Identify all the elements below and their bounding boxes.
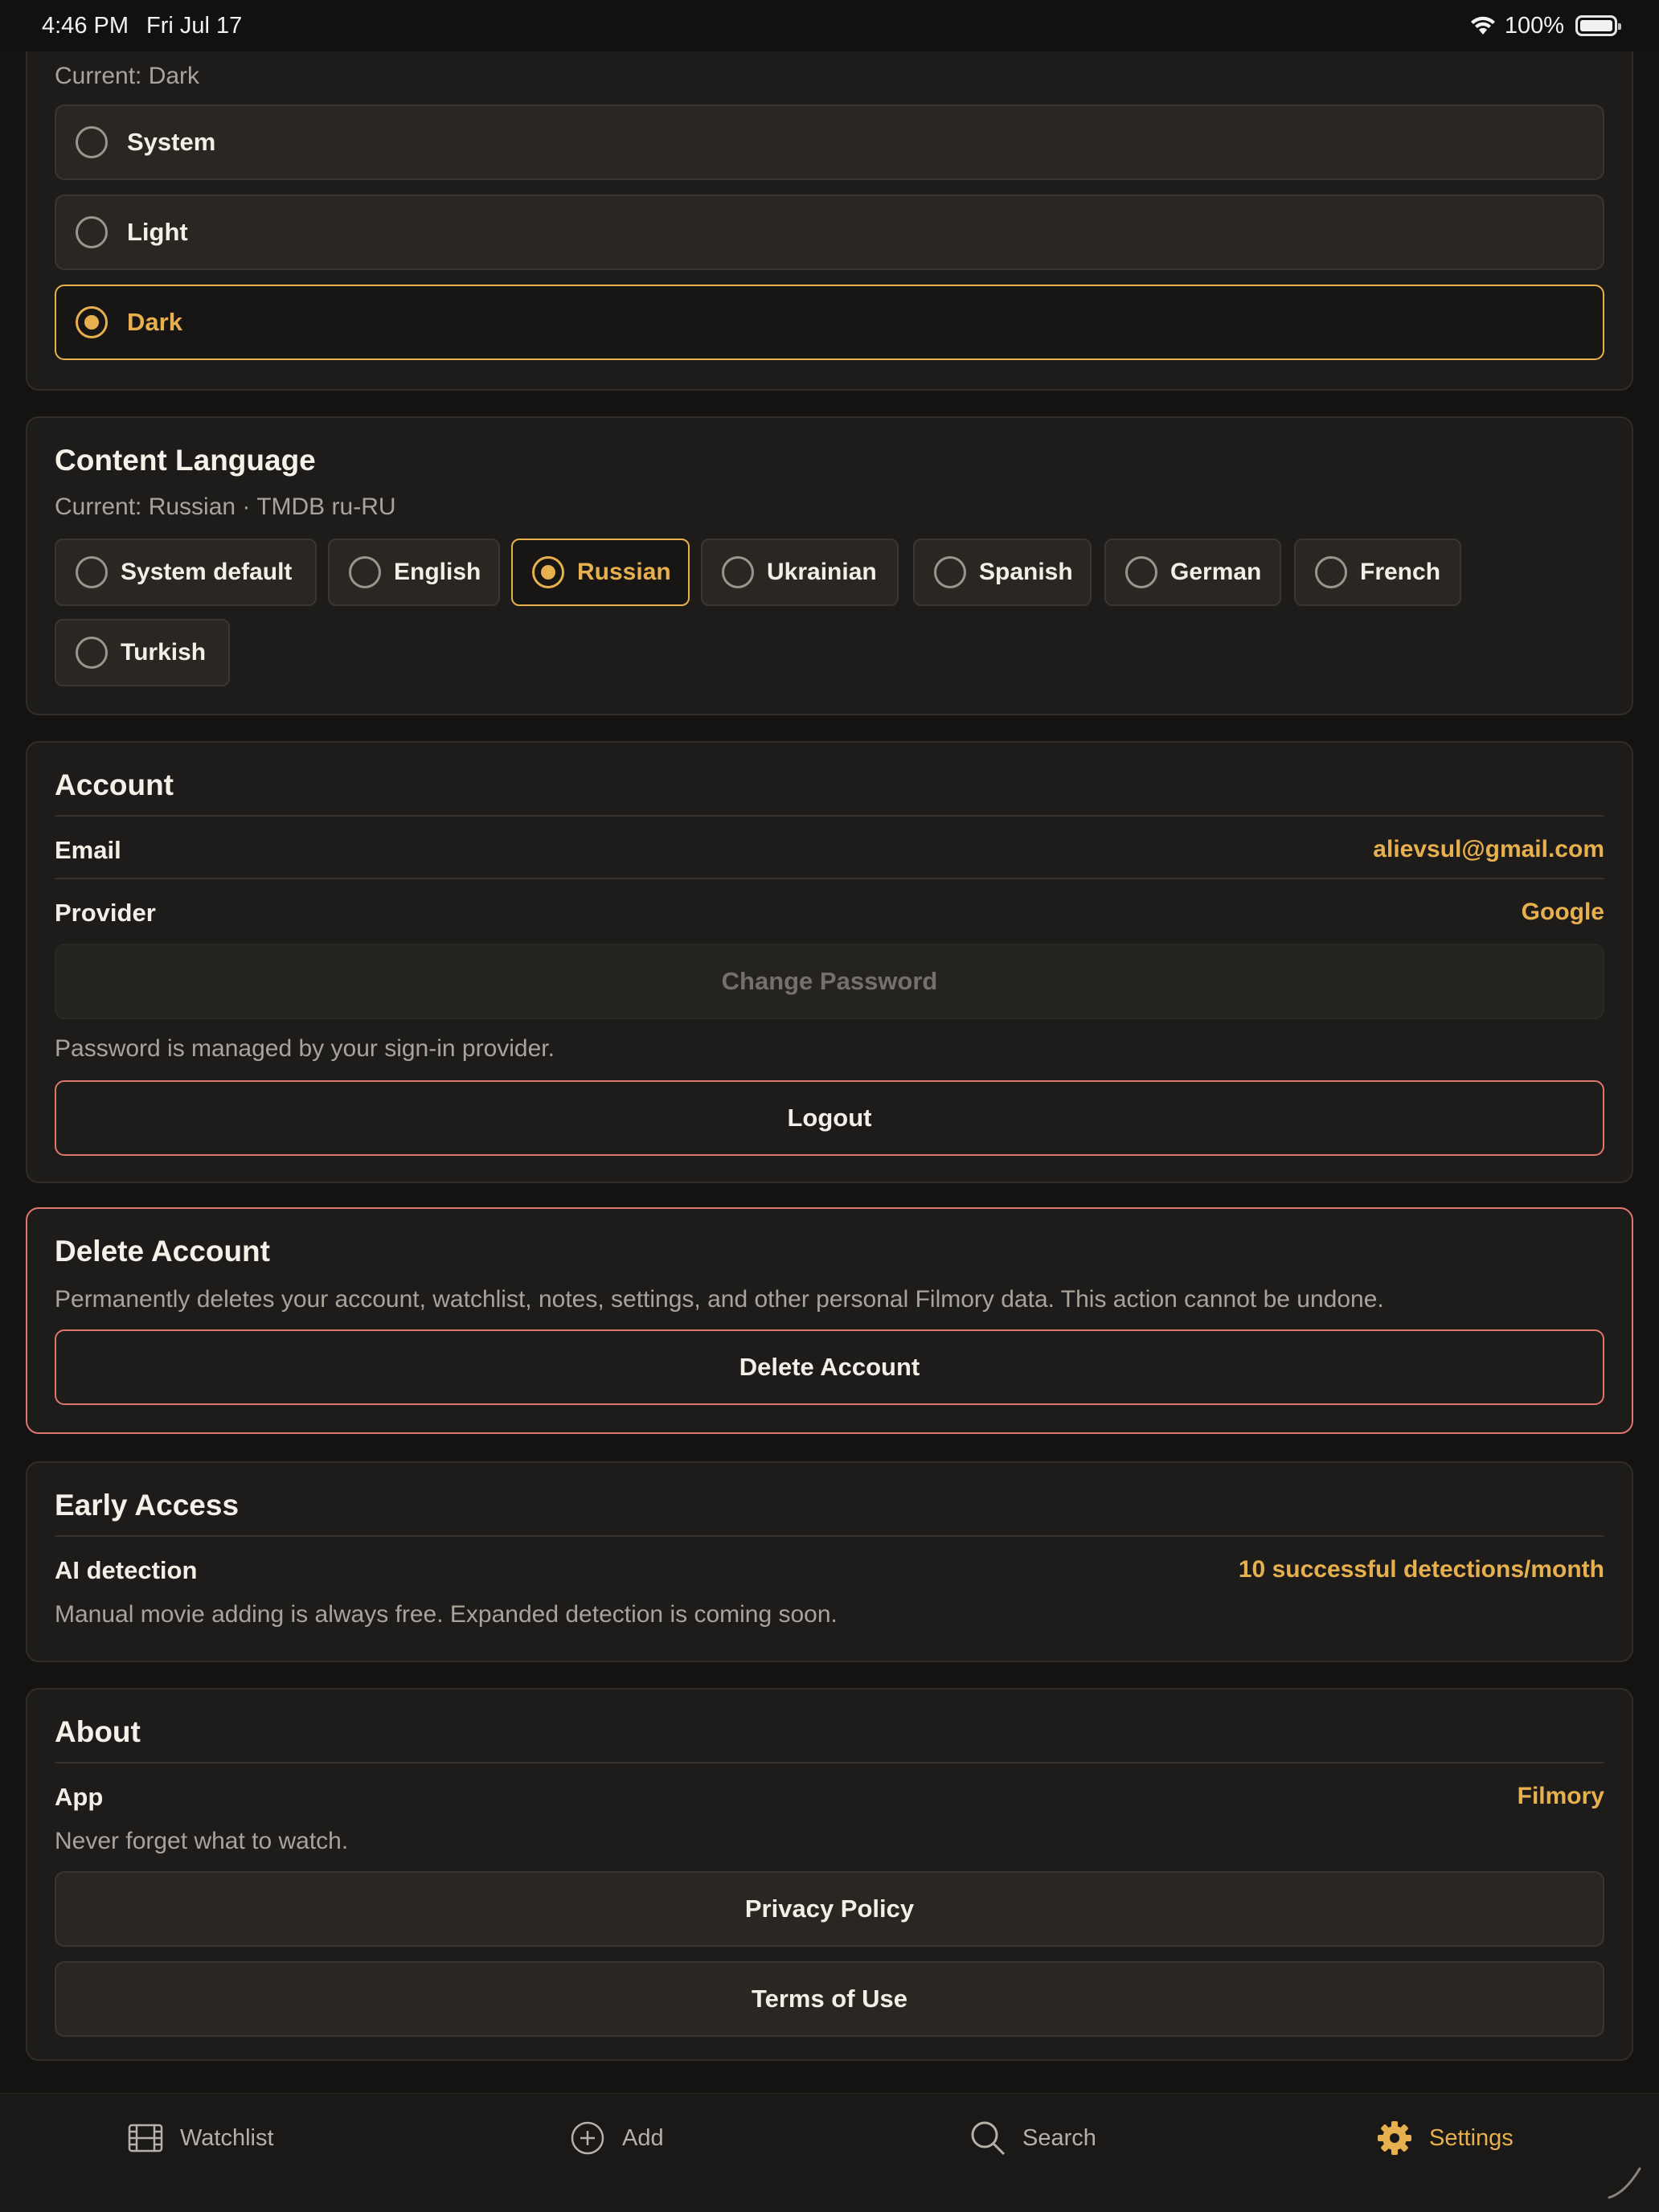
radio-icon xyxy=(76,556,108,588)
language-chip-german[interactable]: German xyxy=(1104,539,1281,606)
delete-description: Permanently deletes your account, watchl… xyxy=(55,1286,1384,1313)
about-card: About App Filmory Never forget what to w… xyxy=(26,1688,1633,2061)
theme-option-dark[interactable]: Dark xyxy=(55,285,1604,360)
battery-percent: 100% xyxy=(1504,12,1564,39)
appearance-current: Current: Dark xyxy=(55,63,200,89)
chip-label: English xyxy=(394,559,481,585)
tab-label: Search xyxy=(1022,2124,1096,2151)
provider-value: Google xyxy=(1521,899,1604,925)
theme-option-system[interactable]: System xyxy=(55,104,1604,180)
email-value: alievsul@gmail.com xyxy=(1373,836,1604,862)
app-value: Filmory xyxy=(1517,1783,1604,1809)
app-label: App xyxy=(55,1783,104,1811)
settings-scroll[interactable]: Current: Dark System Light Dark Content … xyxy=(0,51,1659,2093)
language-current: Current: Russian · TMDB ru-RU xyxy=(55,494,396,520)
delete-account-button[interactable]: Delete Account xyxy=(55,1329,1604,1405)
radio-icon xyxy=(76,126,108,158)
radio-icon xyxy=(722,556,754,588)
appearance-card: Current: Dark System Light Dark xyxy=(26,51,1633,391)
film-icon xyxy=(128,2124,163,2153)
chip-label: Spanish xyxy=(979,559,1073,585)
email-label: Email xyxy=(55,836,121,864)
privacy-policy-button[interactable]: Privacy Policy xyxy=(55,1871,1604,1947)
section-title: Delete Account xyxy=(55,1235,270,1268)
radio-icon xyxy=(1125,556,1157,588)
change-password-button[interactable]: Change Password xyxy=(55,944,1604,1019)
radio-selected-icon xyxy=(76,306,108,338)
ai-detection-label: AI detection xyxy=(55,1556,198,1584)
language-chip-system-default[interactable]: System default xyxy=(55,539,317,606)
radio-icon xyxy=(76,637,108,669)
radio-selected-icon xyxy=(532,556,564,588)
wifi-icon xyxy=(1470,16,1495,35)
early-access-card: Early Access AI detection 10 successful … xyxy=(26,1461,1633,1662)
radio-icon xyxy=(349,556,381,588)
battery-icon xyxy=(1575,15,1621,36)
provider-label: Provider xyxy=(55,899,156,927)
tab-label: Watchlist xyxy=(180,2124,274,2151)
terms-of-use-button[interactable]: Terms of Use xyxy=(55,1961,1604,2037)
option-label: Light xyxy=(127,218,188,246)
divider xyxy=(55,1535,1604,1537)
content-language-card: Content Language Current: Russian · TMDB… xyxy=(26,416,1633,715)
language-chip-spanish[interactable]: Spanish xyxy=(913,539,1092,606)
section-title: Content Language xyxy=(55,444,316,477)
divider xyxy=(55,878,1604,879)
radio-icon xyxy=(1315,556,1347,588)
ai-detection-value: 10 successful detections/month xyxy=(1238,1556,1604,1583)
chip-label: Ukrainian xyxy=(767,559,877,585)
radio-icon xyxy=(76,216,108,248)
language-chip-english[interactable]: English xyxy=(328,539,500,606)
language-chip-ukrainian[interactable]: Ukrainian xyxy=(701,539,899,606)
tab-label: Add xyxy=(622,2124,664,2151)
status-date: Fri Jul 17 xyxy=(146,12,243,39)
tab-settings[interactable]: Settings xyxy=(1376,2116,1514,2160)
section-title: Early Access xyxy=(55,1489,240,1522)
chip-label: Russian xyxy=(577,559,671,585)
tab-search[interactable]: Search xyxy=(969,2116,1096,2160)
tab-watchlist[interactable]: Watchlist xyxy=(127,2116,274,2160)
chip-label: French xyxy=(1360,559,1441,585)
chip-label: German xyxy=(1170,559,1262,585)
logout-button[interactable]: Logout xyxy=(55,1080,1604,1156)
section-title: About xyxy=(55,1715,141,1748)
search-icon xyxy=(971,2121,1006,2156)
status-time: 4:46 PM xyxy=(42,12,129,39)
app-tagline: Never forget what to watch. xyxy=(55,1828,349,1854)
plus-circle-icon xyxy=(571,2121,604,2155)
password-note: Password is managed by your sign-in prov… xyxy=(55,1035,555,1062)
section-title: Account xyxy=(55,768,174,801)
language-chip-turkish[interactable]: Turkish xyxy=(55,619,230,686)
gear-icon xyxy=(1378,2121,1411,2155)
language-chip-french[interactable]: French xyxy=(1294,539,1461,606)
divider xyxy=(55,1762,1604,1763)
tab-bar: Watchlist Add Search Settings xyxy=(0,2093,1659,2212)
divider xyxy=(55,815,1604,817)
early-access-note: Manual movie adding is always free. Expa… xyxy=(55,1601,838,1628)
account-card: Account Email alievsul@gmail.com Provide… xyxy=(26,741,1633,1183)
status-right: 100% xyxy=(1469,12,1621,39)
delete-account-card: Delete Account Permanently deletes your … xyxy=(26,1207,1633,1434)
chip-label: Turkish xyxy=(121,639,207,666)
chip-label: System default xyxy=(121,559,293,585)
option-label: Dark xyxy=(127,308,182,336)
resize-handle-icon xyxy=(1608,2167,1641,2199)
tab-add[interactable]: Add xyxy=(569,2116,664,2160)
option-label: System xyxy=(127,128,216,156)
status-bar: 4:46 PM Fri Jul 17 100% xyxy=(0,0,1659,51)
radio-icon xyxy=(934,556,966,588)
theme-option-light[interactable]: Light xyxy=(55,195,1604,270)
language-chip-russian[interactable]: Russian xyxy=(511,539,690,606)
tab-label: Settings xyxy=(1429,2124,1514,2151)
